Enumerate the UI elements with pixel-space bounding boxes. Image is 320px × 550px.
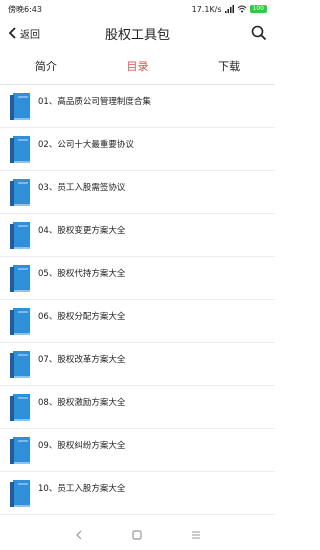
status-time: 傍晚6:43 xyxy=(8,4,42,14)
list-item-label: 06、股权分配方案大全 xyxy=(38,312,126,322)
book-icon xyxy=(10,265,30,292)
search-button[interactable] xyxy=(251,25,267,45)
back-label: 返回 xyxy=(20,29,40,41)
nav-home-button[interactable] xyxy=(122,525,152,545)
list-item[interactable]: 08、股权激励方案大全 xyxy=(0,386,275,429)
list-item-label: 07、股权改革方案大全 xyxy=(38,355,126,365)
book-icon xyxy=(10,394,30,421)
list-item[interactable]: 07、股权改革方案大全 xyxy=(0,343,275,386)
list-item[interactable]: 01、高品质公司管理制度合集 xyxy=(0,85,275,128)
book-icon xyxy=(10,179,30,206)
tab-catalog[interactable]: 目录 xyxy=(92,58,184,74)
system-nav-bar xyxy=(0,520,275,550)
list-item[interactable]: 04、股权变更方案大全 xyxy=(0,214,275,257)
back-button[interactable]: 返回 xyxy=(0,26,40,41)
status-indicators: 17.1K/s 100 xyxy=(192,5,267,14)
list-item[interactable]: 09、股权纠纷方案大全 xyxy=(0,429,275,472)
book-icon xyxy=(10,93,30,120)
status-bar: 傍晚6:43 17.1K/s 100 xyxy=(0,0,275,18)
list-item-label: 01、高品质公司管理制度合集 xyxy=(38,97,151,107)
nav-menu-icon xyxy=(191,531,200,539)
list-item[interactable]: 10、员工入股方案大全 xyxy=(0,472,275,515)
list-item-label: 09、股权纠纷方案大全 xyxy=(38,441,126,451)
nav-menu-button[interactable] xyxy=(181,525,211,545)
chevron-left-icon xyxy=(8,27,16,39)
book-icon xyxy=(10,136,30,163)
nav-back-icon xyxy=(76,530,82,540)
book-icon xyxy=(10,351,30,378)
list-item-label: 03、员工入股需签协议 xyxy=(38,183,126,193)
search-icon xyxy=(251,25,267,41)
signal-icon xyxy=(224,5,234,13)
list-item-label: 05、股权代持方案大全 xyxy=(38,269,126,279)
tab-intro[interactable]: 简介 xyxy=(0,58,92,74)
list-item[interactable]: 03、员工入股需签协议 xyxy=(0,171,275,214)
wifi-icon xyxy=(237,5,246,13)
list-item-label: 02、公司十大最重要协议 xyxy=(38,140,134,150)
catalog-list: 01、高品质公司管理制度合集 02、公司十大最重要协议 03、员工入股需签协议 … xyxy=(0,85,275,515)
book-icon xyxy=(10,222,30,249)
battery-indicator: 100 xyxy=(249,5,267,13)
tab-download[interactable]: 下载 xyxy=(183,58,275,74)
list-item[interactable]: 06、股权分配方案大全 xyxy=(0,300,275,343)
header-bar: 返回 股权工具包 xyxy=(0,18,275,48)
book-icon xyxy=(10,308,30,335)
nav-back-button[interactable] xyxy=(64,525,94,545)
tab-bar: 简介 目录 下载 xyxy=(0,48,275,85)
list-item[interactable]: 02、公司十大最重要协议 xyxy=(0,128,275,171)
book-icon xyxy=(10,437,30,464)
network-speed: 17.1K/s xyxy=(191,4,222,14)
list-item-label: 04、股权变更方案大全 xyxy=(38,226,126,236)
page-title: 股权工具包 xyxy=(104,27,170,43)
list-item-label: 08、股权激励方案大全 xyxy=(38,398,126,408)
book-icon xyxy=(10,480,30,507)
list-item-label: 10、员工入股方案大全 xyxy=(38,484,126,494)
list-item[interactable]: 05、股权代持方案大全 xyxy=(0,257,275,300)
nav-home-icon xyxy=(132,530,143,540)
